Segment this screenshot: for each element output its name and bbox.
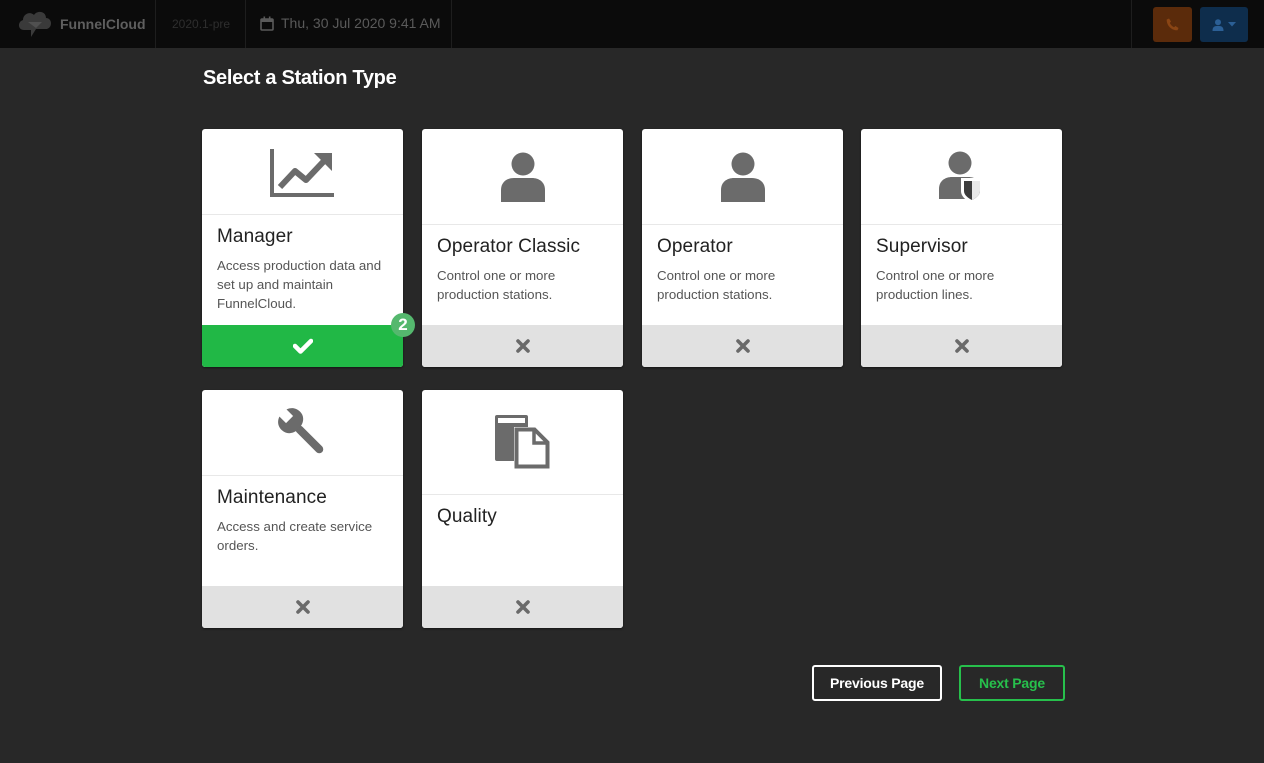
documents-icon xyxy=(494,415,550,469)
card-title: Manager xyxy=(217,226,293,247)
station-card-quality[interactable]: Quality xyxy=(422,390,623,628)
divider xyxy=(451,0,452,48)
select-toggle[interactable] xyxy=(422,586,623,628)
checkmark-icon xyxy=(292,338,313,354)
x-icon xyxy=(954,339,969,353)
card-title: Supervisor xyxy=(876,236,968,257)
card-icon-area xyxy=(861,129,1062,225)
phone-icon xyxy=(1166,18,1179,31)
card-description: Access production data and set up and ma… xyxy=(217,258,382,311)
datetime-display: Thu, 30 Jul 2020 9:41 AM xyxy=(260,15,441,31)
datetime-text: Thu, 30 Jul 2020 9:41 AM xyxy=(281,15,441,31)
select-toggle[interactable] xyxy=(642,325,843,367)
select-toggle[interactable] xyxy=(861,325,1062,367)
page-title: Select a Station Type xyxy=(203,67,397,89)
app-version: 2020.1-pre xyxy=(172,17,231,31)
card-description: Control one or more production stations. xyxy=(437,268,556,302)
station-card-maintenance[interactable]: Maintenance Access and create service or… xyxy=(202,390,403,628)
divider xyxy=(245,0,246,48)
card-description: Access and create service orders. xyxy=(217,519,373,553)
card-icon-area xyxy=(422,129,623,225)
station-card-supervisor[interactable]: Supervisor Control one or more productio… xyxy=(861,129,1062,367)
card-description: Control one or more production stations. xyxy=(657,268,776,302)
station-card-operator[interactable]: Operator Control one or more production … xyxy=(642,129,843,367)
card-title: Quality xyxy=(437,506,497,527)
previous-page-button[interactable]: Previous Page xyxy=(812,665,942,701)
x-icon xyxy=(515,600,530,614)
divider xyxy=(1131,0,1132,48)
user-shield-icon xyxy=(938,151,983,203)
x-icon xyxy=(515,339,530,353)
x-icon xyxy=(295,600,310,614)
app-name: FunnelCloud xyxy=(60,16,146,32)
line-chart-icon xyxy=(269,148,334,197)
top-bar: FunnelCloud 2020.1-pre Thu, 30 Jul 2020 … xyxy=(0,0,1264,48)
card-title: Maintenance xyxy=(217,487,327,508)
next-page-button[interactable]: Next Page xyxy=(959,665,1065,701)
user-icon xyxy=(1212,18,1224,31)
wrench-icon xyxy=(277,407,323,455)
card-icon-area xyxy=(642,129,843,225)
caret-down-icon xyxy=(1228,22,1236,27)
divider xyxy=(155,0,156,48)
card-icon-area xyxy=(422,390,623,495)
card-title: Operator xyxy=(657,236,733,257)
select-toggle-selected[interactable] xyxy=(202,325,403,367)
funnelcloud-logo-icon xyxy=(18,11,52,37)
card-icon-area xyxy=(202,390,403,476)
select-toggle[interactable] xyxy=(422,325,623,367)
user-icon xyxy=(720,152,765,202)
card-description: Control one or more production lines. xyxy=(876,268,995,302)
user-icon xyxy=(500,152,545,202)
brand[interactable]: FunnelCloud xyxy=(16,8,146,40)
step-badge: 2 xyxy=(391,313,415,337)
phone-button[interactable] xyxy=(1153,7,1192,42)
station-card-manager[interactable]: Manager Access production data and set u… xyxy=(202,129,403,367)
card-icon-area xyxy=(202,129,403,215)
calendar-icon xyxy=(260,16,274,31)
select-toggle[interactable] xyxy=(202,586,403,628)
station-card-operator-classic[interactable]: Operator Classic Control one or more pro… xyxy=(422,129,623,367)
user-menu-button[interactable] xyxy=(1200,7,1248,42)
card-title: Operator Classic xyxy=(437,236,581,257)
x-icon xyxy=(735,339,750,353)
